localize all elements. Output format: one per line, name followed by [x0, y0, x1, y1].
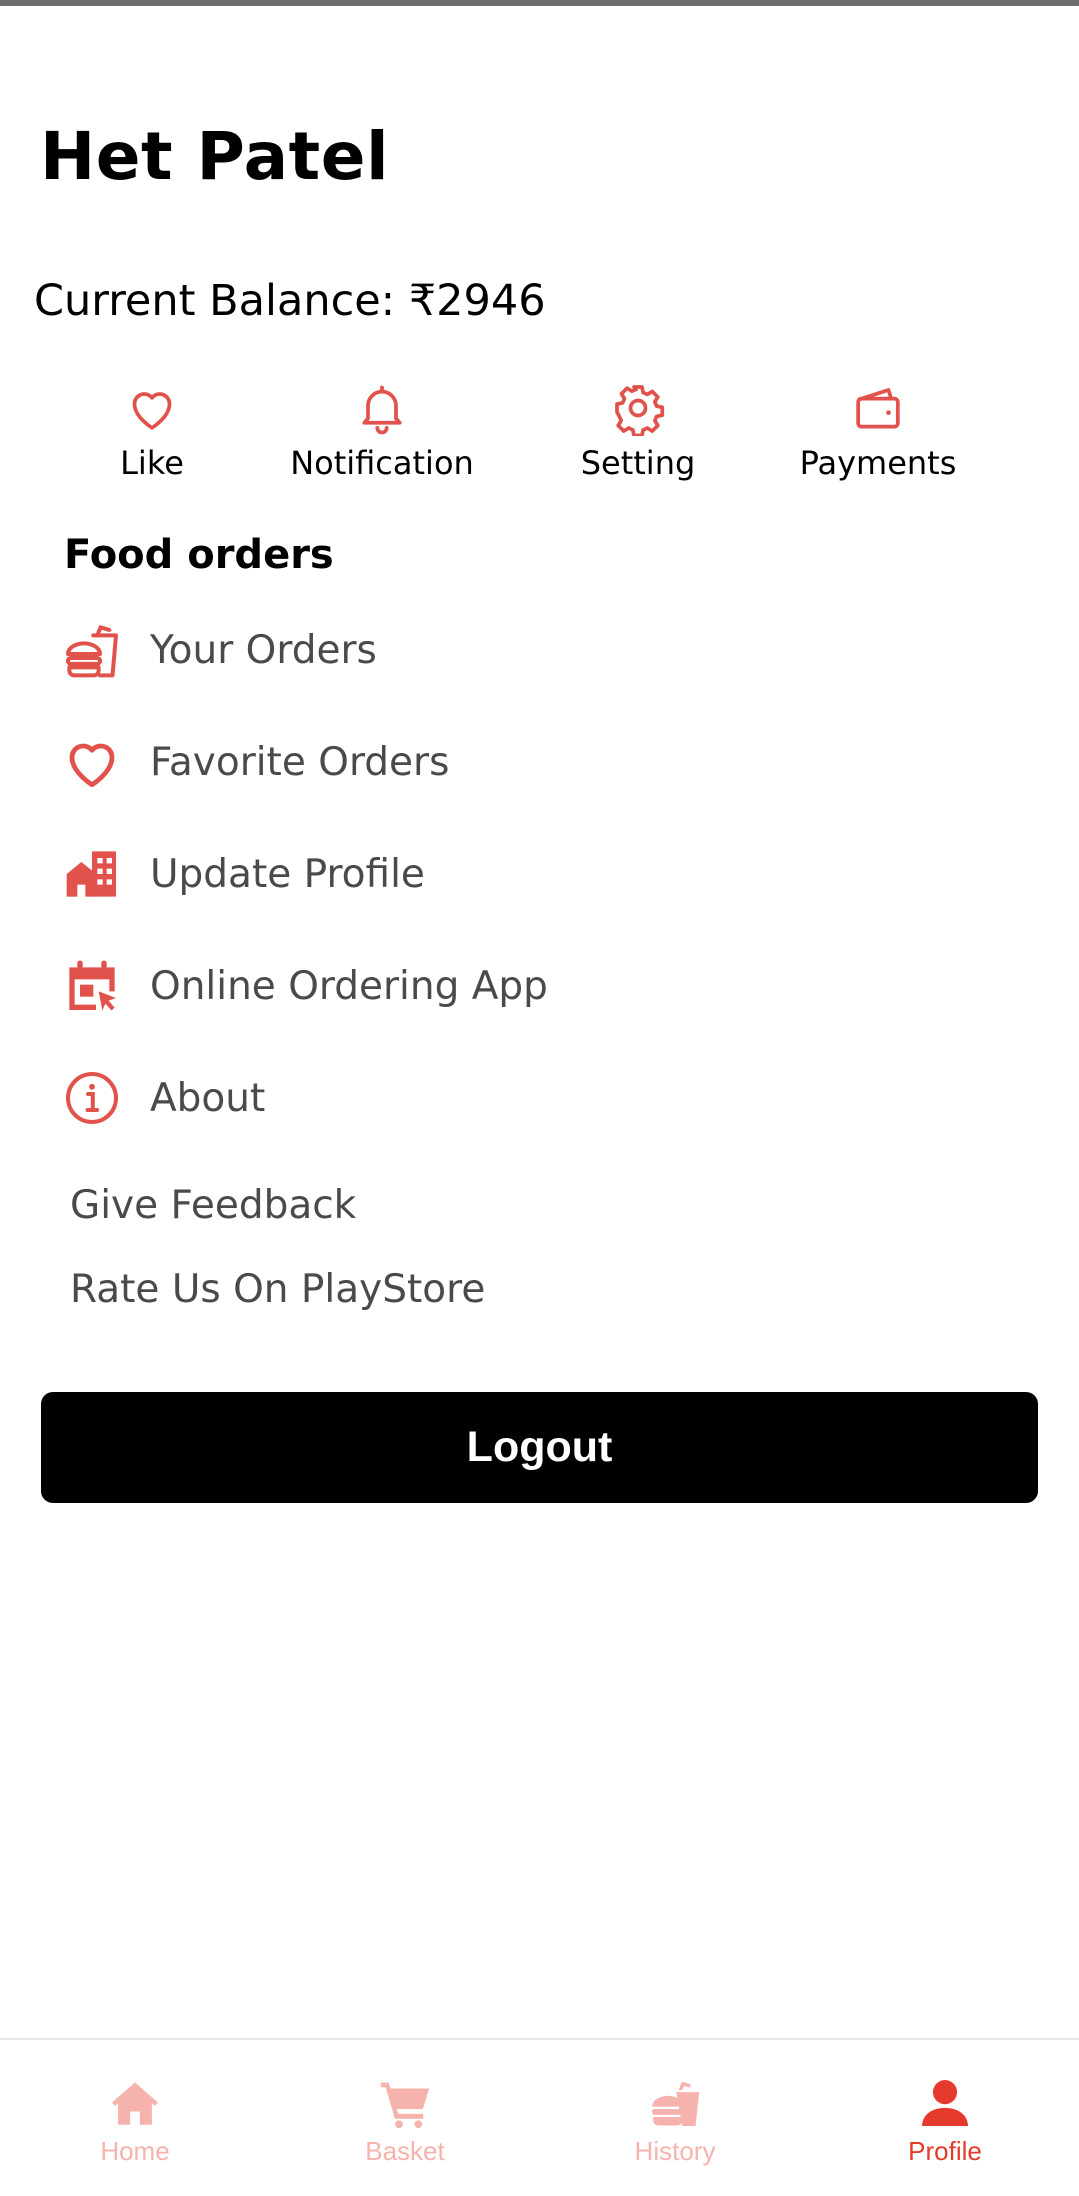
person-icon: [922, 2080, 968, 2126]
your-orders-label: Your Orders: [150, 627, 377, 673]
info-icon: [66, 1072, 118, 1124]
about-item[interactable]: About: [60, 1058, 960, 1138]
nav-history-label: History: [634, 2136, 716, 2166]
payments-action[interactable]: Payments: [758, 380, 998, 490]
logout-button[interactable]: Logout: [41, 1392, 1038, 1503]
rate-us-link[interactable]: Rate Us On PlayStore: [70, 1267, 485, 1312]
heart-icon: [69, 743, 115, 788]
online-ordering-app-label: Online Ordering App: [150, 963, 548, 1009]
home-icon: [112, 2082, 158, 2125]
nav-home-label: Home: [100, 2136, 170, 2166]
notification-label: Notification: [290, 444, 474, 482]
setting-label: Setting: [580, 444, 696, 482]
heart-icon: [132, 392, 172, 430]
gear-icon: [615, 385, 665, 436]
nav-basket-label: Basket: [365, 2136, 445, 2166]
nav-home[interactable]: Home: [0, 2040, 270, 2196]
calendar-cursor-icon: [69, 960, 116, 1011]
buildings-icon: [66, 851, 116, 897]
user-name: Het Patel: [40, 118, 390, 195]
favorite-orders-label: Favorite Orders: [150, 739, 450, 785]
your-orders-item[interactable]: Your Orders: [60, 610, 960, 690]
notification-action[interactable]: Notification: [262, 380, 502, 490]
cart-icon: [380, 2082, 430, 2129]
current-balance: Current Balance: ₹2946: [34, 276, 546, 326]
nav-history[interactable]: History: [540, 2040, 810, 2196]
food-orders-title: Food orders: [64, 532, 334, 578]
quick-actions: Like Notification Setting Payments: [0, 380, 1079, 490]
payments-label: Payments: [799, 444, 957, 482]
like-action[interactable]: Like: [32, 380, 272, 490]
bottom-nav: Home Basket History Profile: [0, 2038, 1079, 2196]
food-history-icon: [652, 2081, 700, 2126]
wallet-icon: [856, 388, 900, 429]
update-profile-item[interactable]: Update Profile: [60, 834, 960, 914]
like-label: Like: [120, 444, 184, 482]
update-profile-label: Update Profile: [150, 851, 425, 897]
food-bag-icon: [66, 625, 118, 678]
status-bar-line: [0, 0, 1079, 6]
nav-basket[interactable]: Basket: [270, 2040, 540, 2196]
nav-profile[interactable]: Profile: [810, 2040, 1079, 2196]
bell-icon: [362, 385, 402, 435]
online-ordering-app-item[interactable]: Online Ordering App: [60, 946, 960, 1026]
give-feedback-link[interactable]: Give Feedback: [70, 1183, 356, 1228]
nav-profile-label: Profile: [908, 2136, 982, 2166]
setting-action[interactable]: Setting: [518, 380, 758, 490]
about-label: About: [150, 1075, 266, 1121]
favorite-orders-item[interactable]: Favorite Orders: [60, 722, 960, 802]
